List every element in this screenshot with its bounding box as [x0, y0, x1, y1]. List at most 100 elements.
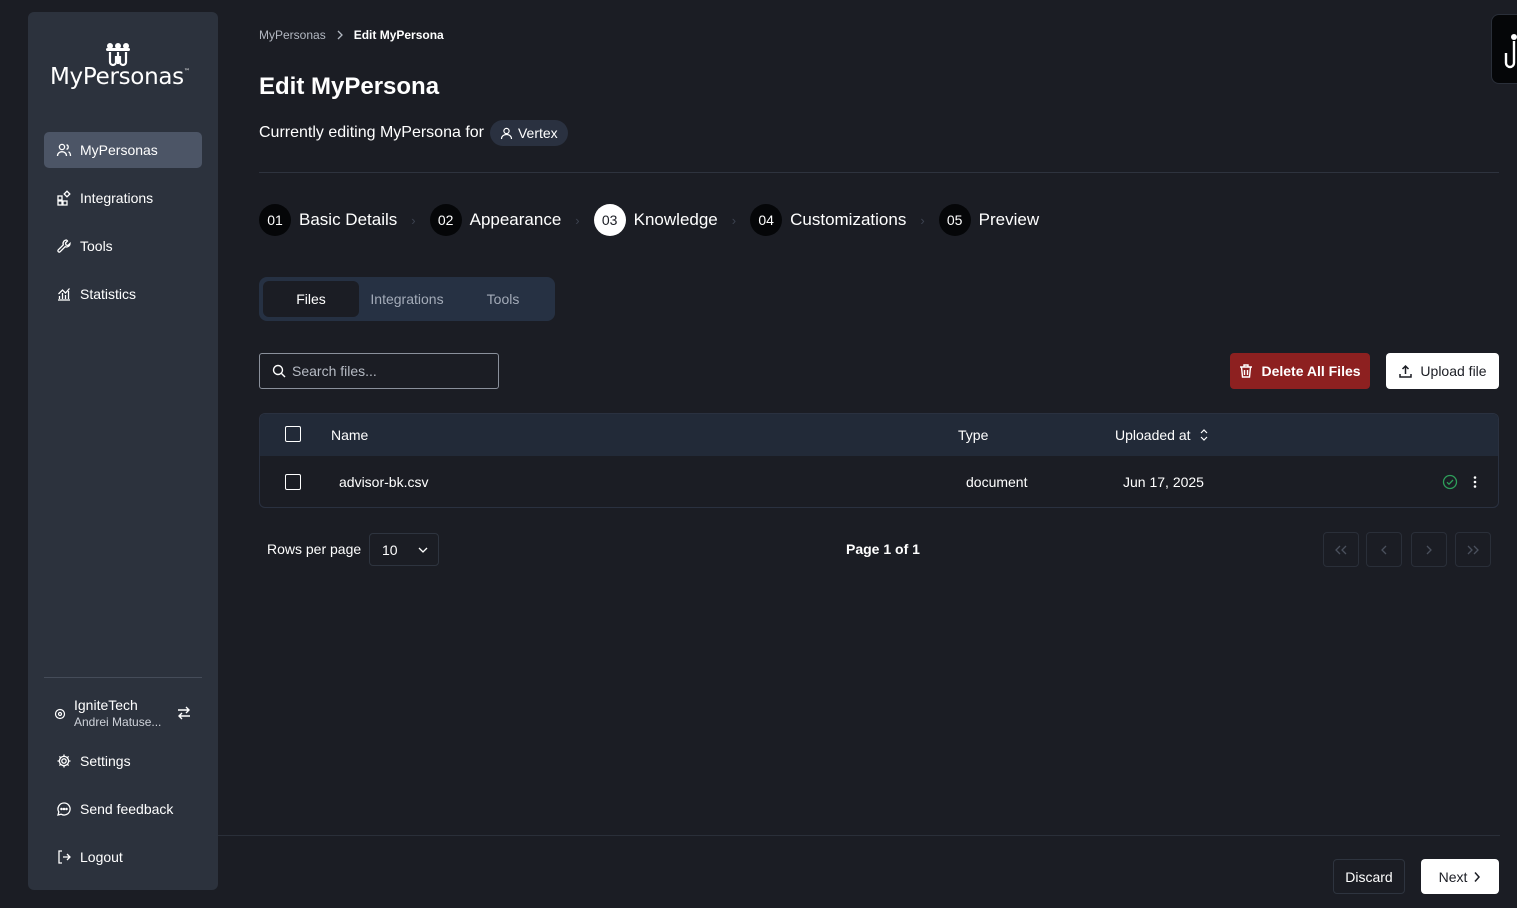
table-row[interactable]: advisor-bk.csv document Jun 17, 2025 — [260, 456, 1498, 507]
status-check-icon — [1442, 456, 1458, 507]
knowledge-tabs: Files Integrations Tools — [259, 277, 555, 321]
sidebar-item-logout[interactable]: Logout — [44, 839, 202, 875]
subtitle-text: Currently editing MyPersona for — [259, 124, 484, 141]
step-number: 02 — [429, 204, 462, 236]
sidebar-item-send-feedback[interactable]: Send feedback — [44, 791, 202, 827]
breadcrumb-current: Edit MyPersona — [353, 28, 444, 42]
chevron-right-icon — [1474, 871, 1481, 882]
gear-icon — [57, 754, 71, 768]
chevron-right-icon — [1426, 545, 1432, 554]
sidebar: MyPersonas™ MyPersonas Integrations Tool… — [28, 12, 218, 890]
sidebar-item-settings[interactable]: Settings — [44, 743, 202, 779]
tab-tools[interactable]: Tools — [455, 281, 551, 317]
wrench-icon — [57, 239, 71, 253]
chevron-right-icon — [337, 30, 343, 40]
editing-subtitle: Currently editing MyPersona for Vertex — [259, 120, 568, 146]
assistant-launcher[interactable] — [1491, 14, 1517, 84]
search-box — [259, 353, 499, 389]
brand-name: MyPersonas™ — [50, 64, 190, 90]
page-info: Page 1 of 1 — [846, 541, 920, 557]
org-user: Andrei Matuse... — [74, 715, 162, 729]
step-customizations[interactable]: 04 Customizations — [750, 204, 906, 236]
sidebar-item-label: Settings — [80, 753, 131, 769]
file-uploaded-at: Jun 17, 2025 — [1123, 474, 1204, 490]
next-page-button[interactable] — [1411, 532, 1447, 567]
rows-per-page-select[interactable]: 10 — [369, 533, 439, 566]
chevron-left-icon — [1381, 545, 1387, 554]
step-number: 03 — [593, 204, 626, 236]
user-icon — [500, 127, 513, 139]
sidebar-item-label: Statistics — [80, 286, 137, 302]
step-number: 05 — [938, 204, 971, 236]
message-icon — [57, 802, 71, 816]
file-name: advisor-bk.csv — [339, 474, 429, 490]
org-icon — [54, 708, 66, 720]
column-header-uploaded[interactable]: Uploaded at — [1115, 414, 1208, 456]
sidebar-item-integrations[interactable]: Integrations — [44, 180, 202, 216]
row-checkbox[interactable] — [285, 474, 301, 490]
step-label: Preview — [978, 210, 1040, 229]
delete-all-label: Delete All Files — [1261, 363, 1361, 379]
step-label: Customizations — [790, 210, 907, 229]
upload-label: Upload file — [1420, 363, 1487, 379]
step-appearance[interactable]: 02 Appearance — [429, 204, 562, 236]
step-knowledge[interactable]: 03 Knowledge — [593, 204, 718, 236]
org-name: IgniteTech — [74, 697, 138, 713]
trash-icon — [1240, 364, 1253, 378]
step-label: Appearance — [469, 210, 562, 229]
sidebar-item-statistics[interactable]: Statistics — [44, 276, 202, 312]
column-header-name[interactable]: Name — [331, 414, 368, 456]
rows-per-page-value: 10 — [382, 541, 398, 558]
last-page-button[interactable] — [1455, 532, 1491, 567]
sidebar-item-mypersonas[interactable]: MyPersonas — [44, 132, 202, 168]
footer-divider — [218, 835, 1500, 836]
first-page-button[interactable] — [1323, 532, 1359, 567]
chevrons-right-icon — [1467, 545, 1479, 554]
upload-file-button[interactable]: Upload file — [1386, 353, 1499, 389]
select-all-checkbox[interactable] — [285, 426, 301, 442]
discard-button[interactable]: Discard — [1333, 859, 1405, 894]
users-icon — [56, 143, 72, 157]
search-input[interactable] — [292, 363, 482, 379]
logo-mark-icon — [1504, 34, 1517, 69]
delete-all-files-button[interactable]: Delete All Files — [1230, 353, 1370, 389]
persona-chip: Vertex — [489, 120, 568, 146]
tab-integrations[interactable]: Integrations — [359, 281, 455, 317]
org-switcher[interactable]: IgniteTech Andrei Matuse... — [44, 696, 202, 732]
next-button[interactable]: Next — [1421, 859, 1499, 894]
step-basic-details[interactable]: 01 Basic Details — [259, 204, 397, 236]
column-header-type[interactable]: Type — [958, 414, 988, 456]
chevron-right-icon: › — [575, 212, 580, 228]
chart-icon — [58, 288, 70, 301]
breadcrumb: MyPersonas Edit MyPersona — [259, 28, 444, 42]
tab-files[interactable]: Files — [263, 281, 359, 317]
brand-logo[interactable]: MyPersonas™ — [50, 42, 200, 98]
column-header-uploaded-label: Uploaded at — [1115, 427, 1191, 443]
sidebar-item-label: Logout — [80, 849, 123, 865]
chevron-right-icon: › — [920, 212, 925, 228]
search-icon — [272, 364, 286, 378]
stepper: 01 Basic Details › 02 Appearance › 03 Kn… — [259, 204, 1039, 236]
more-options-icon[interactable] — [1467, 456, 1483, 507]
rows-per-page-label: Rows per page — [267, 541, 362, 557]
chevrons-left-icon — [1335, 545, 1347, 554]
sidebar-item-tools[interactable]: Tools — [44, 228, 202, 264]
switch-arrows-icon[interactable] — [176, 705, 192, 721]
files-table: Name Type Uploaded at advisor-bk.csv doc… — [259, 413, 1499, 508]
sidebar-item-label: MyPersonas — [80, 142, 158, 158]
step-label: Basic Details — [299, 210, 398, 229]
sidebar-item-label: Send feedback — [80, 801, 174, 817]
step-label: Knowledge — [633, 210, 718, 229]
sidebar-item-label: Integrations — [80, 190, 154, 206]
upload-icon — [1399, 364, 1413, 378]
breadcrumb-root-link[interactable]: MyPersonas — [259, 28, 326, 42]
file-type: document — [966, 474, 1028, 490]
integrations-icon — [57, 190, 71, 206]
persona-name: Vertex — [517, 125, 558, 141]
sidebar-divider — [44, 677, 202, 678]
table-header: Name Type Uploaded at — [260, 414, 1498, 456]
page-title: Edit MyPersona — [259, 73, 440, 100]
step-preview[interactable]: 05 Preview — [938, 204, 1040, 236]
previous-page-button[interactable] — [1366, 532, 1402, 567]
next-label: Next — [1438, 868, 1468, 885]
